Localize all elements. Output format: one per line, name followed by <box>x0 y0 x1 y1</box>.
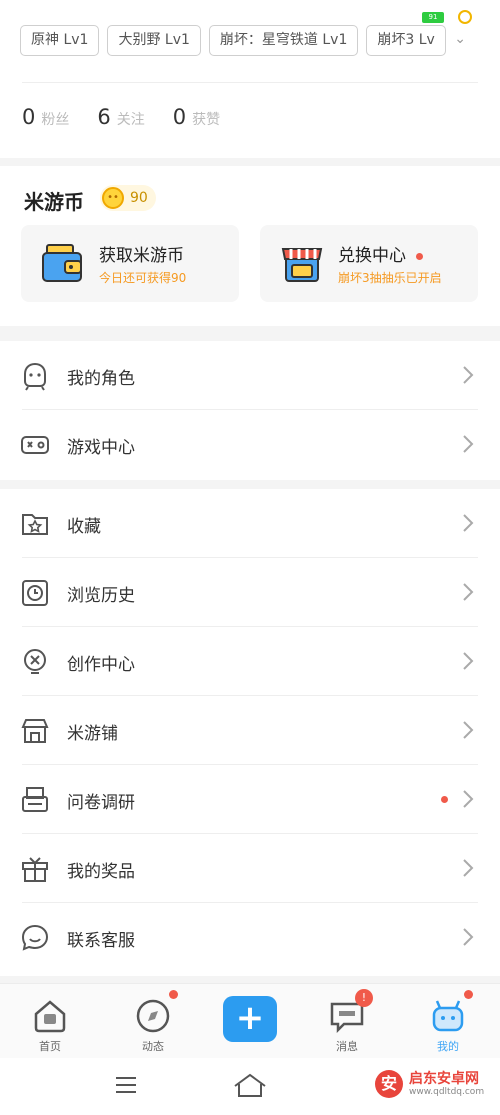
menu-item-my-characters[interactable]: 我的角色 <box>0 341 500 410</box>
tab-feed[interactable]: 动态 <box>103 984 203 1059</box>
wallet-icon <box>42 244 82 282</box>
creation-bulb-icon <box>24 649 46 674</box>
exchange-center-card[interactable]: 兑换中心 崩坏3抽抽乐已开启 <box>260 225 478 302</box>
messages-badge: ! <box>355 989 373 1007</box>
menu-group-main: 收藏 浏览历史 创作中心 米游铺 问卷调研 我的奖品 联系客服 <box>0 489 500 976</box>
stat-likes[interactable]: 0 获赞 <box>173 105 220 129</box>
notification-dot <box>464 990 473 999</box>
earn-coin-card[interactable]: 获取米游币 今日还可获得90 <box>21 225 239 302</box>
bottom-tab-bar: 首页 动态 + ! 消息 我的 <box>0 983 500 1058</box>
moon-icon <box>458 10 472 24</box>
tab-me[interactable]: 我的 <box>398 984 498 1059</box>
chevron-down-icon[interactable]: ⌄ <box>454 31 466 47</box>
menu-item-my-prizes[interactable]: 我的奖品 <box>0 834 500 903</box>
earn-coin-sub: 今日还可获得90 <box>99 271 187 285</box>
status-bar: 91 <box>422 10 472 24</box>
notification-dot <box>416 252 423 260</box>
exchange-center-title: 兑换中心 <box>338 241 423 266</box>
shop-icon <box>281 248 323 282</box>
character-icon <box>24 362 46 391</box>
stat-following[interactable]: 6 关注 <box>97 105 144 129</box>
chevron-right-icon <box>463 514 474 532</box>
profile-header: 91 原神 Lv1 大别野 Lv1 崩坏：星穹铁道 Lv1 崩坏3 Lv ⌄ 0… <box>0 0 500 158</box>
coin-balance: •• 90 <box>100 185 156 211</box>
notification-dot <box>441 796 448 803</box>
tab-messages[interactable]: ! 消息 <box>297 984 397 1059</box>
menu-icon[interactable] <box>114 1075 138 1095</box>
customer-service-icon <box>21 924 49 951</box>
menu-item-game-center[interactable]: 游戏中心 <box>0 410 500 479</box>
chevron-right-icon <box>463 790 474 808</box>
menu-item-favorites[interactable]: 收藏 <box>0 489 500 558</box>
compass-icon <box>136 999 170 1033</box>
divider <box>22 82 478 83</box>
chevron-right-icon <box>463 435 474 453</box>
menu-item-store[interactable]: 米游铺 <box>0 696 500 765</box>
menu-group-games: 我的角色 游戏中心 <box>0 341 500 480</box>
menu-item-survey[interactable]: 问卷调研 <box>0 765 500 834</box>
exchange-center-sub: 崩坏3抽抽乐已开启 <box>338 271 442 285</box>
watermark-logo-icon: 安 <box>375 1070 403 1098</box>
stat-fans[interactable]: 0 粉丝 <box>22 105 69 129</box>
watermark: 安 启东安卓网 www.qdltdq.com <box>375 1070 484 1098</box>
profile-stats: 0 粉丝 6 关注 0 获赞 <box>22 105 220 129</box>
game-tag-genshin[interactable]: 原神 Lv1 <box>20 25 100 56</box>
coin-title: 米游币 <box>24 190 84 214</box>
earn-coin-title: 获取米游币 <box>99 246 184 266</box>
chevron-right-icon <box>463 721 474 739</box>
game-tag-honkai3[interactable]: 崩坏3 Lv <box>366 25 446 56</box>
gift-icon <box>22 857 48 882</box>
game-tag-starrail[interactable]: 崩坏：星穹铁道 Lv1 <box>208 25 359 56</box>
gamepad-icon <box>21 436 49 454</box>
chevron-right-icon <box>463 859 474 877</box>
coin-icon: •• <box>102 187 124 209</box>
home-icon <box>34 1000 66 1033</box>
menu-item-browse-history[interactable]: 浏览历史 <box>0 558 500 627</box>
game-tag-dabieye[interactable]: 大别野 Lv1 <box>107 25 201 56</box>
store-icon <box>21 719 49 743</box>
menu-item-customer-service[interactable]: 联系客服 <box>0 903 500 972</box>
notification-dot <box>169 990 178 999</box>
profile-robot-icon <box>432 1000 464 1032</box>
survey-printer-icon <box>22 787 48 812</box>
tab-home[interactable]: 首页 <box>0 984 100 1059</box>
clock-icon <box>22 580 48 606</box>
coin-section: 米游币 •• 90 获取米游币 今日还可获得90 兑换中心 崩坏3抽抽乐已开启 <box>0 166 500 326</box>
chevron-right-icon <box>463 652 474 670</box>
chevron-right-icon <box>463 928 474 946</box>
home-nav-icon[interactable] <box>232 1072 268 1098</box>
favorites-folder-icon <box>22 514 48 535</box>
game-tags: 原神 Lv1 大别野 Lv1 崩坏：星穹铁道 Lv1 崩坏3 Lv <box>20 25 446 56</box>
battery-icon: 91 <box>422 11 444 23</box>
menu-item-creation-center[interactable]: 创作中心 <box>0 627 500 696</box>
chevron-right-icon <box>463 366 474 384</box>
chevron-right-icon <box>463 583 474 601</box>
create-post-button[interactable]: + <box>223 996 277 1042</box>
